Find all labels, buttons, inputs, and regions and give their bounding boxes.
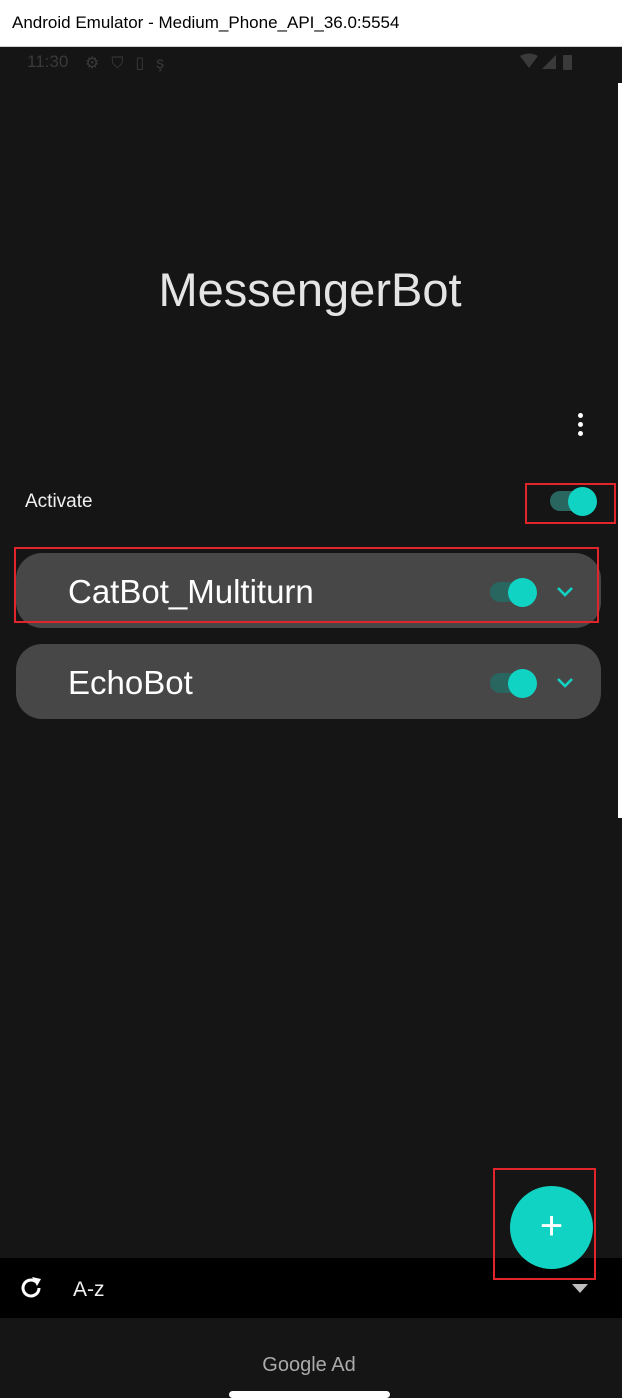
bot-enable-switch[interactable] — [490, 667, 538, 698]
ad-banner-label: Google Ad — [262, 1354, 356, 1376]
sim-icon: ▯ — [135, 55, 157, 72]
emulator-title: Android Emulator - Medium_Phone_API_36.0… — [12, 13, 400, 32]
chevron-down-icon[interactable] — [554, 671, 576, 693]
wifi-icon — [520, 53, 538, 68]
emulator-title-bar: Android Emulator - Medium_Phone_API_36.0… — [0, 0, 622, 47]
switch-thumb — [508, 669, 537, 698]
status-time: 11:30 — [27, 52, 69, 71]
battery-icon — [563, 55, 572, 70]
highlight-add-button — [493, 1168, 596, 1280]
settings-icon: ⚙ — [85, 55, 112, 72]
status-notification-icons: ⚙⛉▯ş — [85, 53, 176, 73]
highlight-catbot-card — [14, 547, 599, 623]
highlight-activate-switch — [525, 483, 616, 524]
debug-icon: ş — [156, 55, 177, 72]
dropdown-arrow-icon[interactable] — [572, 1284, 588, 1293]
gesture-nav-handle[interactable] — [229, 1391, 390, 1398]
more-options-icon[interactable] — [570, 413, 590, 445]
refresh-icon[interactable] — [18, 1275, 44, 1301]
status-system-icons — [518, 53, 576, 76]
sort-order-label[interactable]: A-z — [73, 1278, 105, 1302]
signal-icon — [542, 55, 556, 69]
bot-name: EchoBot — [68, 664, 193, 701]
activate-label: Activate — [25, 491, 93, 512]
bot-card-echobot[interactable]: EchoBot — [16, 644, 601, 719]
app-title: MessengerBot — [158, 263, 462, 316]
shield-icon: ⛉ — [111, 55, 136, 72]
window-edge — [618, 83, 622, 818]
